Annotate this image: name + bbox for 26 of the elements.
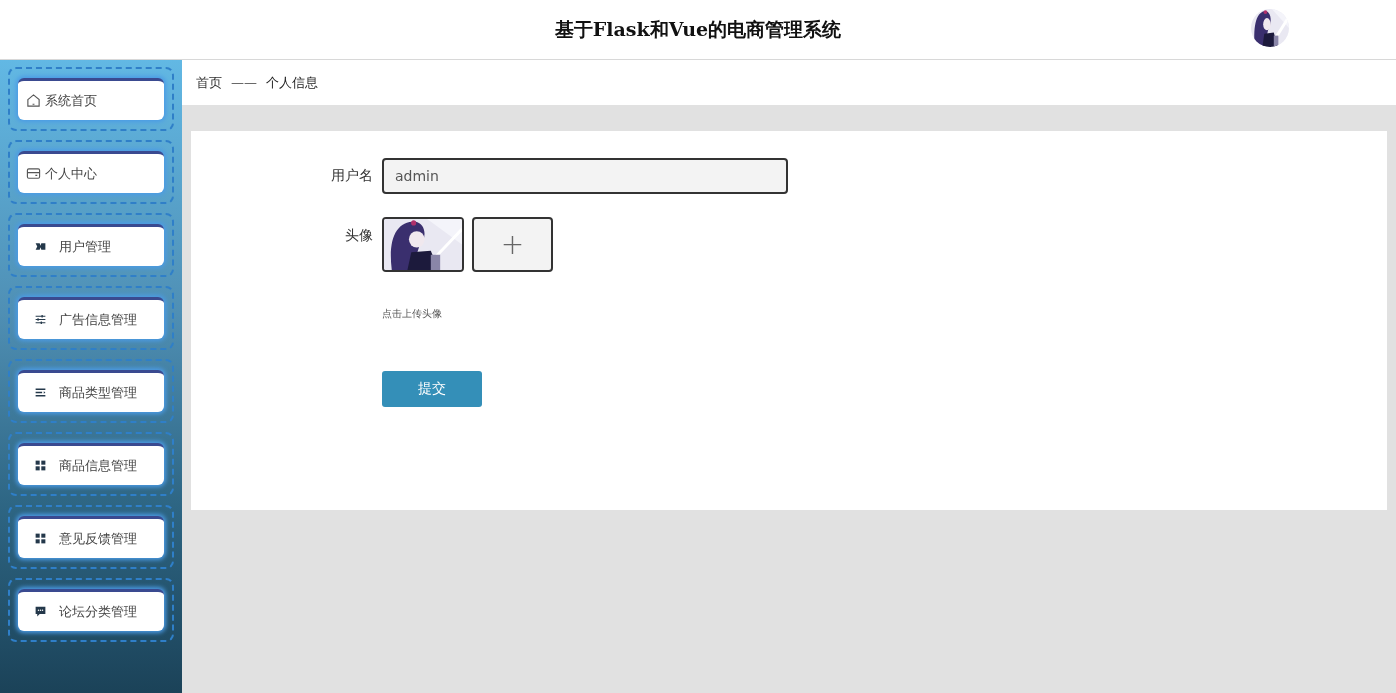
grid-icon bbox=[34, 459, 47, 472]
upload-hint: 点击上传头像 bbox=[382, 307, 442, 321]
field-label: 头像 bbox=[344, 226, 373, 245]
user-avatar[interactable] bbox=[1251, 9, 1289, 47]
sidebar-item[interactable]: 用户管理 bbox=[18, 224, 164, 266]
sidebar-item[interactable]: 个人中心 bbox=[18, 151, 164, 193]
sidebar-item[interactable]: 广告信息管理 bbox=[18, 297, 164, 339]
app-title: 基于Flask和Vue的电商管理系统 bbox=[554, 16, 842, 42]
sidebar-item[interactable]: 商品类型管理 bbox=[18, 370, 164, 412]
sliders-icon bbox=[34, 313, 47, 326]
chat-icon bbox=[34, 605, 47, 618]
breadcrumb-link[interactable]: 个人信息 bbox=[266, 73, 318, 92]
wallet-icon bbox=[26, 166, 41, 181]
username-field[interactable]: admin bbox=[382, 158, 788, 194]
upload-button[interactable]: + bbox=[472, 217, 553, 272]
sidebar-item[interactable]: 商品信息管理 bbox=[18, 443, 164, 485]
grid-icon bbox=[34, 532, 47, 545]
submit-button[interactable]: 提交 bbox=[382, 371, 482, 407]
breadcrumb-link[interactable]: 首页 bbox=[196, 73, 222, 92]
list-icon bbox=[34, 386, 47, 399]
field-label: 用户名 bbox=[330, 167, 373, 185]
sidebar-item[interactable]: 意见反馈管理 bbox=[18, 516, 164, 558]
breadcrumb-separator: —— bbox=[231, 75, 257, 90]
sidebar-item[interactable]: 系统首页 bbox=[18, 78, 164, 120]
home-icon bbox=[26, 93, 41, 108]
sidebar-item[interactable]: 论坛分类管理 bbox=[18, 589, 164, 631]
